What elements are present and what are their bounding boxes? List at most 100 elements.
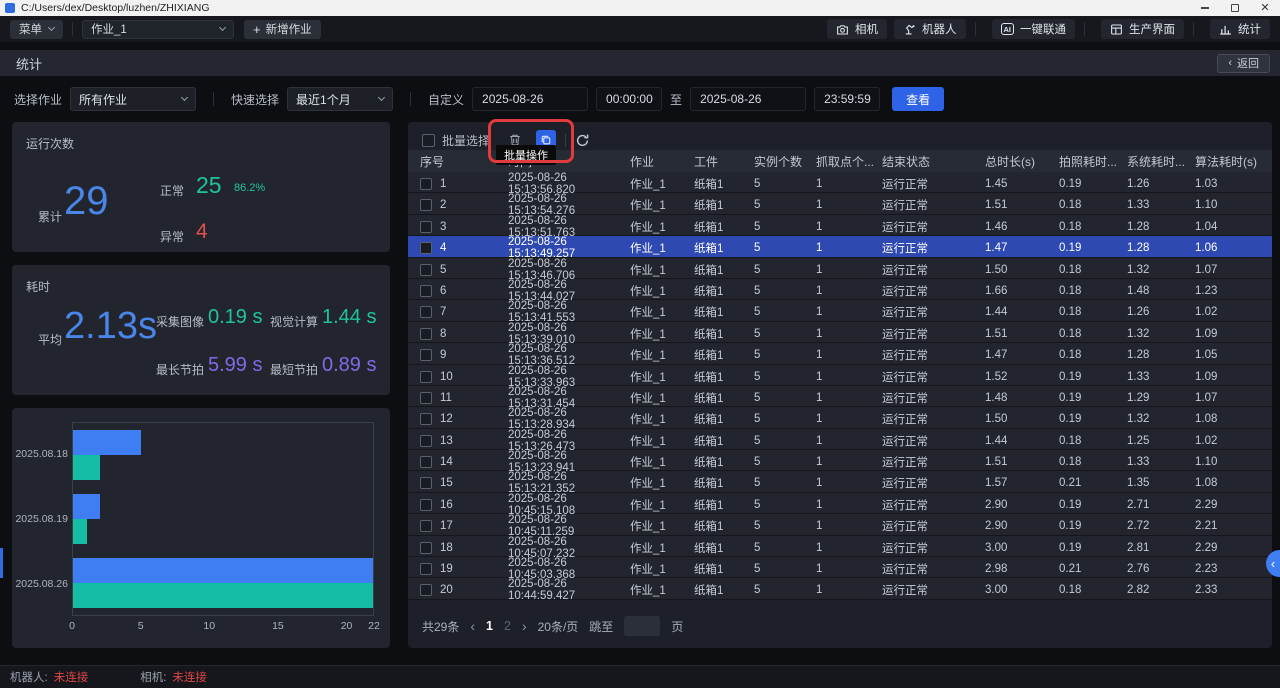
table-cell: 1.33 — [1127, 371, 1195, 383]
page-1-button[interactable]: 1 — [486, 619, 493, 633]
chart-y-labels: 2025.08.182025.08.192025.08.26 — [18, 422, 68, 616]
row-checkbox[interactable] — [420, 199, 432, 211]
row-checkbox[interactable] — [420, 178, 432, 190]
row-checkbox[interactable] — [420, 563, 432, 575]
table-row[interactable]: 12025-08-26 15:13:56.820作业_1纸箱151运行正常1.4… — [408, 172, 1272, 193]
app-buttons: 相机 机器人 AI 一键联通 生产界面 统计 — [820, 19, 1270, 39]
table-row[interactable]: 132025-08-26 15:13:26.473作业_1纸箱151运行正常1.… — [408, 429, 1272, 450]
table-cell: 0.18 — [1059, 199, 1127, 211]
table-cell: 5 — [754, 392, 816, 404]
table-cell: 1 — [816, 242, 882, 254]
abnormal-label: 异常 — [160, 228, 184, 245]
row-checkbox[interactable] — [420, 221, 432, 233]
left-edge-indicator[interactable] — [0, 548, 3, 578]
table-cell: 1.08 — [1195, 413, 1272, 425]
batch-select-checkbox[interactable] — [422, 134, 435, 147]
page-2-button[interactable]: 2 — [504, 619, 511, 633]
table-cell: 纸箱1 — [694, 219, 754, 235]
table-row[interactable]: 32025-08-26 15:13:51.763作业_1纸箱151运行正常1.4… — [408, 215, 1272, 236]
start-date-input[interactable]: 2025-08-26 — [472, 87, 588, 111]
row-checkbox[interactable] — [420, 264, 432, 276]
table-row[interactable]: 82025-08-26 15:13:39.010作业_1纸箱151运行正常1.5… — [408, 322, 1272, 343]
table-cell: 2.72 — [1127, 520, 1195, 532]
jump-to-page-input[interactable] — [624, 616, 660, 636]
back-button[interactable]: ‹ 返回 — [1217, 54, 1270, 73]
close-button[interactable]: ✕ — [1250, 0, 1280, 16]
table-cell: 1.32 — [1127, 328, 1195, 340]
table-cell: 1.50 — [985, 264, 1059, 276]
end-time-input[interactable]: 23:59:59 — [814, 87, 880, 111]
end-date-input[interactable]: 2025-08-26 — [690, 87, 806, 111]
table-row[interactable]: 52025-08-26 15:13:46.706作业_1纸箱151运行正常1.5… — [408, 258, 1272, 279]
table-cell: 2025-08-26 15:13:23.941 — [508, 450, 630, 474]
job-filter-select[interactable]: 所有作业 — [70, 87, 196, 111]
row-checkbox[interactable] — [420, 242, 432, 254]
table-row[interactable]: 162025-08-26 10:45:15.108作业_1纸箱151运行正常2.… — [408, 493, 1272, 514]
row-checkbox[interactable] — [420, 499, 432, 511]
table-row[interactable]: 182025-08-26 10:45:07.232作业_1纸箱151运行正常3.… — [408, 536, 1272, 557]
robot-button[interactable]: 机器人 — [894, 19, 966, 39]
quick-select[interactable]: 最近1个月 — [287, 87, 393, 111]
one-key-connect-button[interactable]: AI 一键联通 — [992, 19, 1076, 39]
row-checkbox[interactable] — [420, 477, 432, 489]
row-checkbox[interactable] — [420, 371, 432, 383]
table-row[interactable]: 122025-08-26 15:13:28.934作业_1纸箱151运行正常1.… — [408, 407, 1272, 428]
chart-x-axis: 0510152022 — [72, 620, 374, 634]
production-view-button[interactable]: 生产界面 — [1101, 19, 1184, 39]
column-header: 总时长(s) — [985, 153, 1059, 170]
row-checkbox[interactable] — [420, 584, 432, 596]
minimize-button[interactable] — [1190, 0, 1220, 16]
table-row[interactable]: 22025-08-26 15:13:54.276作业_1纸箱151运行正常1.5… — [408, 193, 1272, 214]
table-row[interactable]: 62025-08-26 15:13:44.027作业_1纸箱151运行正常1.6… — [408, 279, 1272, 300]
table-row[interactable]: 142025-08-26 15:13:23.941作业_1纸箱151运行正常1.… — [408, 450, 1272, 471]
table-cell: 作业_1 — [630, 433, 694, 449]
divider — [410, 92, 411, 106]
row-checkbox[interactable] — [420, 306, 432, 318]
add-job-button[interactable]: + 新增作业 — [244, 20, 321, 39]
job-filter-value: 所有作业 — [79, 91, 127, 108]
row-checkbox[interactable] — [420, 285, 432, 297]
table-row[interactable]: 172025-08-26 10:45:11.259作业_1纸箱151运行正常2.… — [408, 514, 1272, 535]
next-page-button[interactable]: › — [522, 618, 527, 634]
refresh-button[interactable] — [575, 133, 590, 148]
row-checkbox[interactable] — [420, 413, 432, 425]
table-cell: 1.52 — [985, 371, 1059, 383]
table-cell: 2.98 — [985, 563, 1059, 575]
start-time-input[interactable]: 00:00:00 — [596, 87, 662, 111]
table-cell: 纸箱1 — [694, 347, 754, 363]
table-cell: 1 — [816, 199, 882, 211]
table-row[interactable]: 202025-08-26 10:44:59.427作业_1纸箱151运行正常3.… — [408, 578, 1272, 599]
table-row[interactable]: 92025-08-26 15:13:36.512作业_1纸箱151运行正常1.4… — [408, 343, 1272, 364]
camera-button[interactable]: 相机 — [827, 19, 887, 39]
table-cell: 2.90 — [985, 499, 1059, 511]
table-row[interactable]: 72025-08-26 15:13:41.553作业_1纸箱151运行正常1.4… — [408, 300, 1272, 321]
table-cell: 0.18 — [1059, 349, 1127, 361]
row-index-cell: 4 — [420, 242, 508, 254]
table-cell: 2025-08-26 15:13:26.473 — [508, 429, 630, 453]
row-checkbox[interactable] — [420, 328, 432, 340]
table-row[interactable]: 112025-08-26 15:13:31.454作业_1纸箱151运行正常1.… — [408, 386, 1272, 407]
row-checkbox[interactable] — [420, 542, 432, 554]
table-row[interactable]: 152025-08-26 15:13:21.352作业_1纸箱151运行正常1.… — [408, 471, 1272, 492]
table-cell: 5 — [754, 563, 816, 575]
row-checkbox[interactable] — [420, 349, 432, 361]
statistics-button[interactable]: 统计 — [1210, 19, 1270, 39]
row-checkbox[interactable] — [420, 392, 432, 404]
table-row[interactable]: 42025-08-26 15:13:49.257作业_1纸箱151运行正常1.4… — [408, 236, 1272, 257]
table-cell: 5 — [754, 435, 816, 447]
menu-dropdown[interactable]: 菜单 — [10, 20, 63, 39]
job-selector[interactable]: 作业_1 — [82, 20, 234, 39]
table-row[interactable]: 102025-08-26 15:13:33.963作业_1纸箱151运行正常1.… — [408, 365, 1272, 386]
table-cell: 作业_1 — [630, 411, 694, 427]
maximize-button[interactable] — [1220, 0, 1250, 16]
table-cell: 1 — [816, 456, 882, 468]
row-checkbox[interactable] — [420, 520, 432, 532]
row-checkbox[interactable] — [420, 435, 432, 447]
view-button[interactable]: 查看 — [892, 87, 944, 111]
table-cell: 2025-08-26 10:45:07.232 — [508, 536, 630, 560]
quick-select-label: 快速选择 — [231, 91, 279, 108]
row-checkbox[interactable] — [420, 456, 432, 468]
table-row[interactable]: 192025-08-26 10:45:03.368作业_1纸箱151运行正常2.… — [408, 557, 1272, 578]
table-cell: 纸箱1 — [694, 433, 754, 449]
prev-page-button[interactable]: ‹ — [470, 618, 475, 634]
